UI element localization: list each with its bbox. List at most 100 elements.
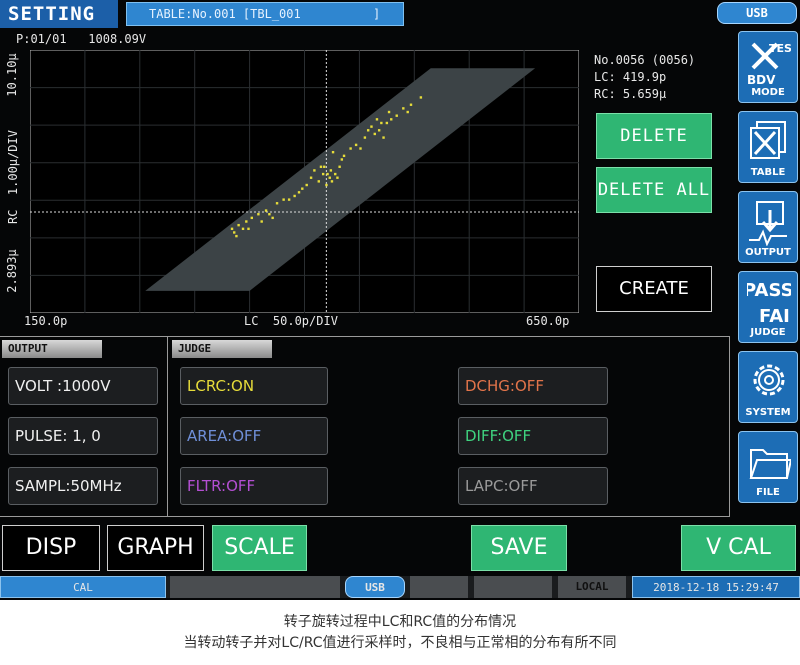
data-point — [395, 114, 398, 117]
delete-button[interactable]: DELETE — [596, 113, 712, 159]
graph-button[interactable]: GRAPH — [107, 525, 204, 571]
sidebar-table-label: TABLE — [750, 167, 786, 178]
data-point — [245, 220, 248, 223]
point-count: No.0056 (0056) — [594, 53, 696, 67]
data-point — [260, 220, 263, 223]
pulse-field[interactable]: PULSE: 1, 0 — [8, 417, 158, 455]
y-top-label: 10.10µ — [5, 53, 19, 97]
create-button[interactable]: CREATE — [596, 266, 712, 312]
sidebar-mode-button[interactable]: TEST BDV MODE — [738, 31, 798, 103]
volt-field[interactable]: VOLT :1000V — [8, 367, 158, 405]
x-right-label: 650.0p — [526, 314, 570, 328]
caption-line-1: 转子旋转过程中LC和RC值的分布情况 — [283, 614, 517, 630]
table-icon — [750, 121, 786, 159]
area-field[interactable]: AREA:OFF — [180, 417, 328, 455]
page-voltage-info: P:01/01 1008.09V — [16, 32, 146, 46]
data-point — [257, 213, 260, 216]
data-point — [268, 213, 271, 216]
sidebar-judge-label: JUDGE — [750, 327, 786, 338]
data-point — [382, 136, 385, 139]
disp-button[interactable]: DISP — [2, 525, 100, 571]
voltage-readout: 1008.09V — [88, 32, 147, 46]
save-button[interactable]: SAVE — [471, 525, 567, 571]
sampl-field[interactable]: SAMPL:50MHz — [8, 467, 158, 505]
caption-line-2: 当转动转子并对LC/RC值进行采样时，不良相与正常相的分布有所不同 — [183, 635, 617, 651]
fltr-field[interactable]: FLTR:OFF — [180, 467, 328, 505]
data-point — [250, 216, 253, 220]
datetime: 2018-12-18 15:29:47 — [632, 576, 800, 598]
data-point — [402, 107, 405, 110]
lapc-field[interactable]: LAPC:OFF — [458, 467, 608, 505]
sidebar-output-button[interactable]: OUTPUT — [738, 191, 798, 263]
panel-right-border — [729, 336, 730, 516]
data-point — [340, 158, 344, 161]
page-indicator: P:01/01 — [16, 32, 67, 46]
data-point — [293, 194, 296, 198]
data-point — [331, 150, 335, 154]
scale-button[interactable]: SCALE — [212, 525, 307, 571]
dchg-field[interactable]: DCHG:OFF — [458, 367, 608, 405]
table-selector[interactable]: TABLE:No.001 [TBL_001 ] — [126, 2, 404, 26]
panel-top-border — [0, 336, 730, 337]
data-point — [336, 176, 339, 179]
data-point — [409, 103, 413, 106]
vcal-button[interactable]: V CAL — [681, 525, 796, 571]
data-point — [380, 121, 383, 125]
data-point — [230, 227, 234, 231]
sidebar-output-label: OUTPUT — [745, 247, 791, 258]
data-point — [338, 165, 341, 168]
data-point — [329, 169, 333, 172]
data-point — [247, 227, 250, 231]
data-point — [330, 180, 334, 183]
data-point — [387, 110, 391, 114]
data-point — [334, 172, 337, 176]
data-point — [349, 147, 352, 150]
x-left-label: 150.0p — [24, 314, 68, 328]
data-point — [297, 191, 301, 194]
sidebar-table-button[interactable]: TABLE — [738, 111, 798, 183]
sidebar-judge-button[interactable]: PASS FAIL JUDGE — [738, 271, 798, 343]
data-point — [264, 209, 268, 212]
diff-field[interactable]: DIFF:OFF — [458, 417, 608, 455]
data-point — [377, 129, 381, 132]
gear-icon — [753, 364, 785, 396]
data-point — [305, 183, 308, 187]
data-point — [282, 198, 285, 201]
status-bar: CAL USB LOCAL 2018-12-18 15:29:47 — [0, 576, 800, 598]
data-point — [233, 231, 236, 234]
panel-bottom-border — [0, 516, 730, 517]
lcrc-scatter-graph[interactable] — [30, 50, 579, 313]
data-point — [321, 172, 325, 176]
local-status: LOCAL — [558, 576, 626, 598]
instrument-screen: SETTING TABLE:No.001 [TBL_001 ] USB P:01… — [0, 0, 800, 600]
pass-fail-icon: PASS FAIL — [747, 280, 791, 327]
data-point — [373, 132, 376, 136]
lc-readout: LC: 419.9p — [594, 70, 667, 84]
output-icon — [749, 201, 787, 246]
data-point — [323, 165, 326, 168]
data-point — [301, 187, 304, 190]
point-readout: No.0056 (0056) LC: 419.9p RC: 5.659µ — [594, 52, 695, 103]
data-point — [319, 165, 323, 168]
usb-status: USB — [345, 576, 405, 598]
lcrc-field[interactable]: LCRC:ON — [180, 367, 328, 405]
data-point — [342, 154, 346, 158]
mode-title: SETTING — [0, 0, 118, 28]
status-empty-3 — [474, 576, 552, 598]
delete-all-button[interactable]: DELETE ALL — [596, 167, 712, 213]
data-point — [237, 223, 240, 227]
data-point — [385, 121, 389, 125]
judge-icon-fail: FAIL — [759, 306, 791, 327]
sidebar-file-button[interactable]: FILE — [738, 431, 798, 503]
data-point — [354, 143, 358, 147]
data-point — [328, 176, 331, 179]
cal-status: CAL — [0, 576, 166, 598]
mode-icon: TEST BDV — [747, 42, 791, 87]
sidebar-system-label: SYSTEM — [745, 407, 791, 418]
sidebar-system-button[interactable]: SYSTEM — [738, 351, 798, 423]
data-point — [390, 118, 393, 121]
status-empty-1 — [170, 576, 340, 598]
folder-icon — [749, 449, 791, 479]
judge-icon-pass: PASS — [747, 280, 791, 301]
usb-indicator: USB — [717, 2, 797, 24]
